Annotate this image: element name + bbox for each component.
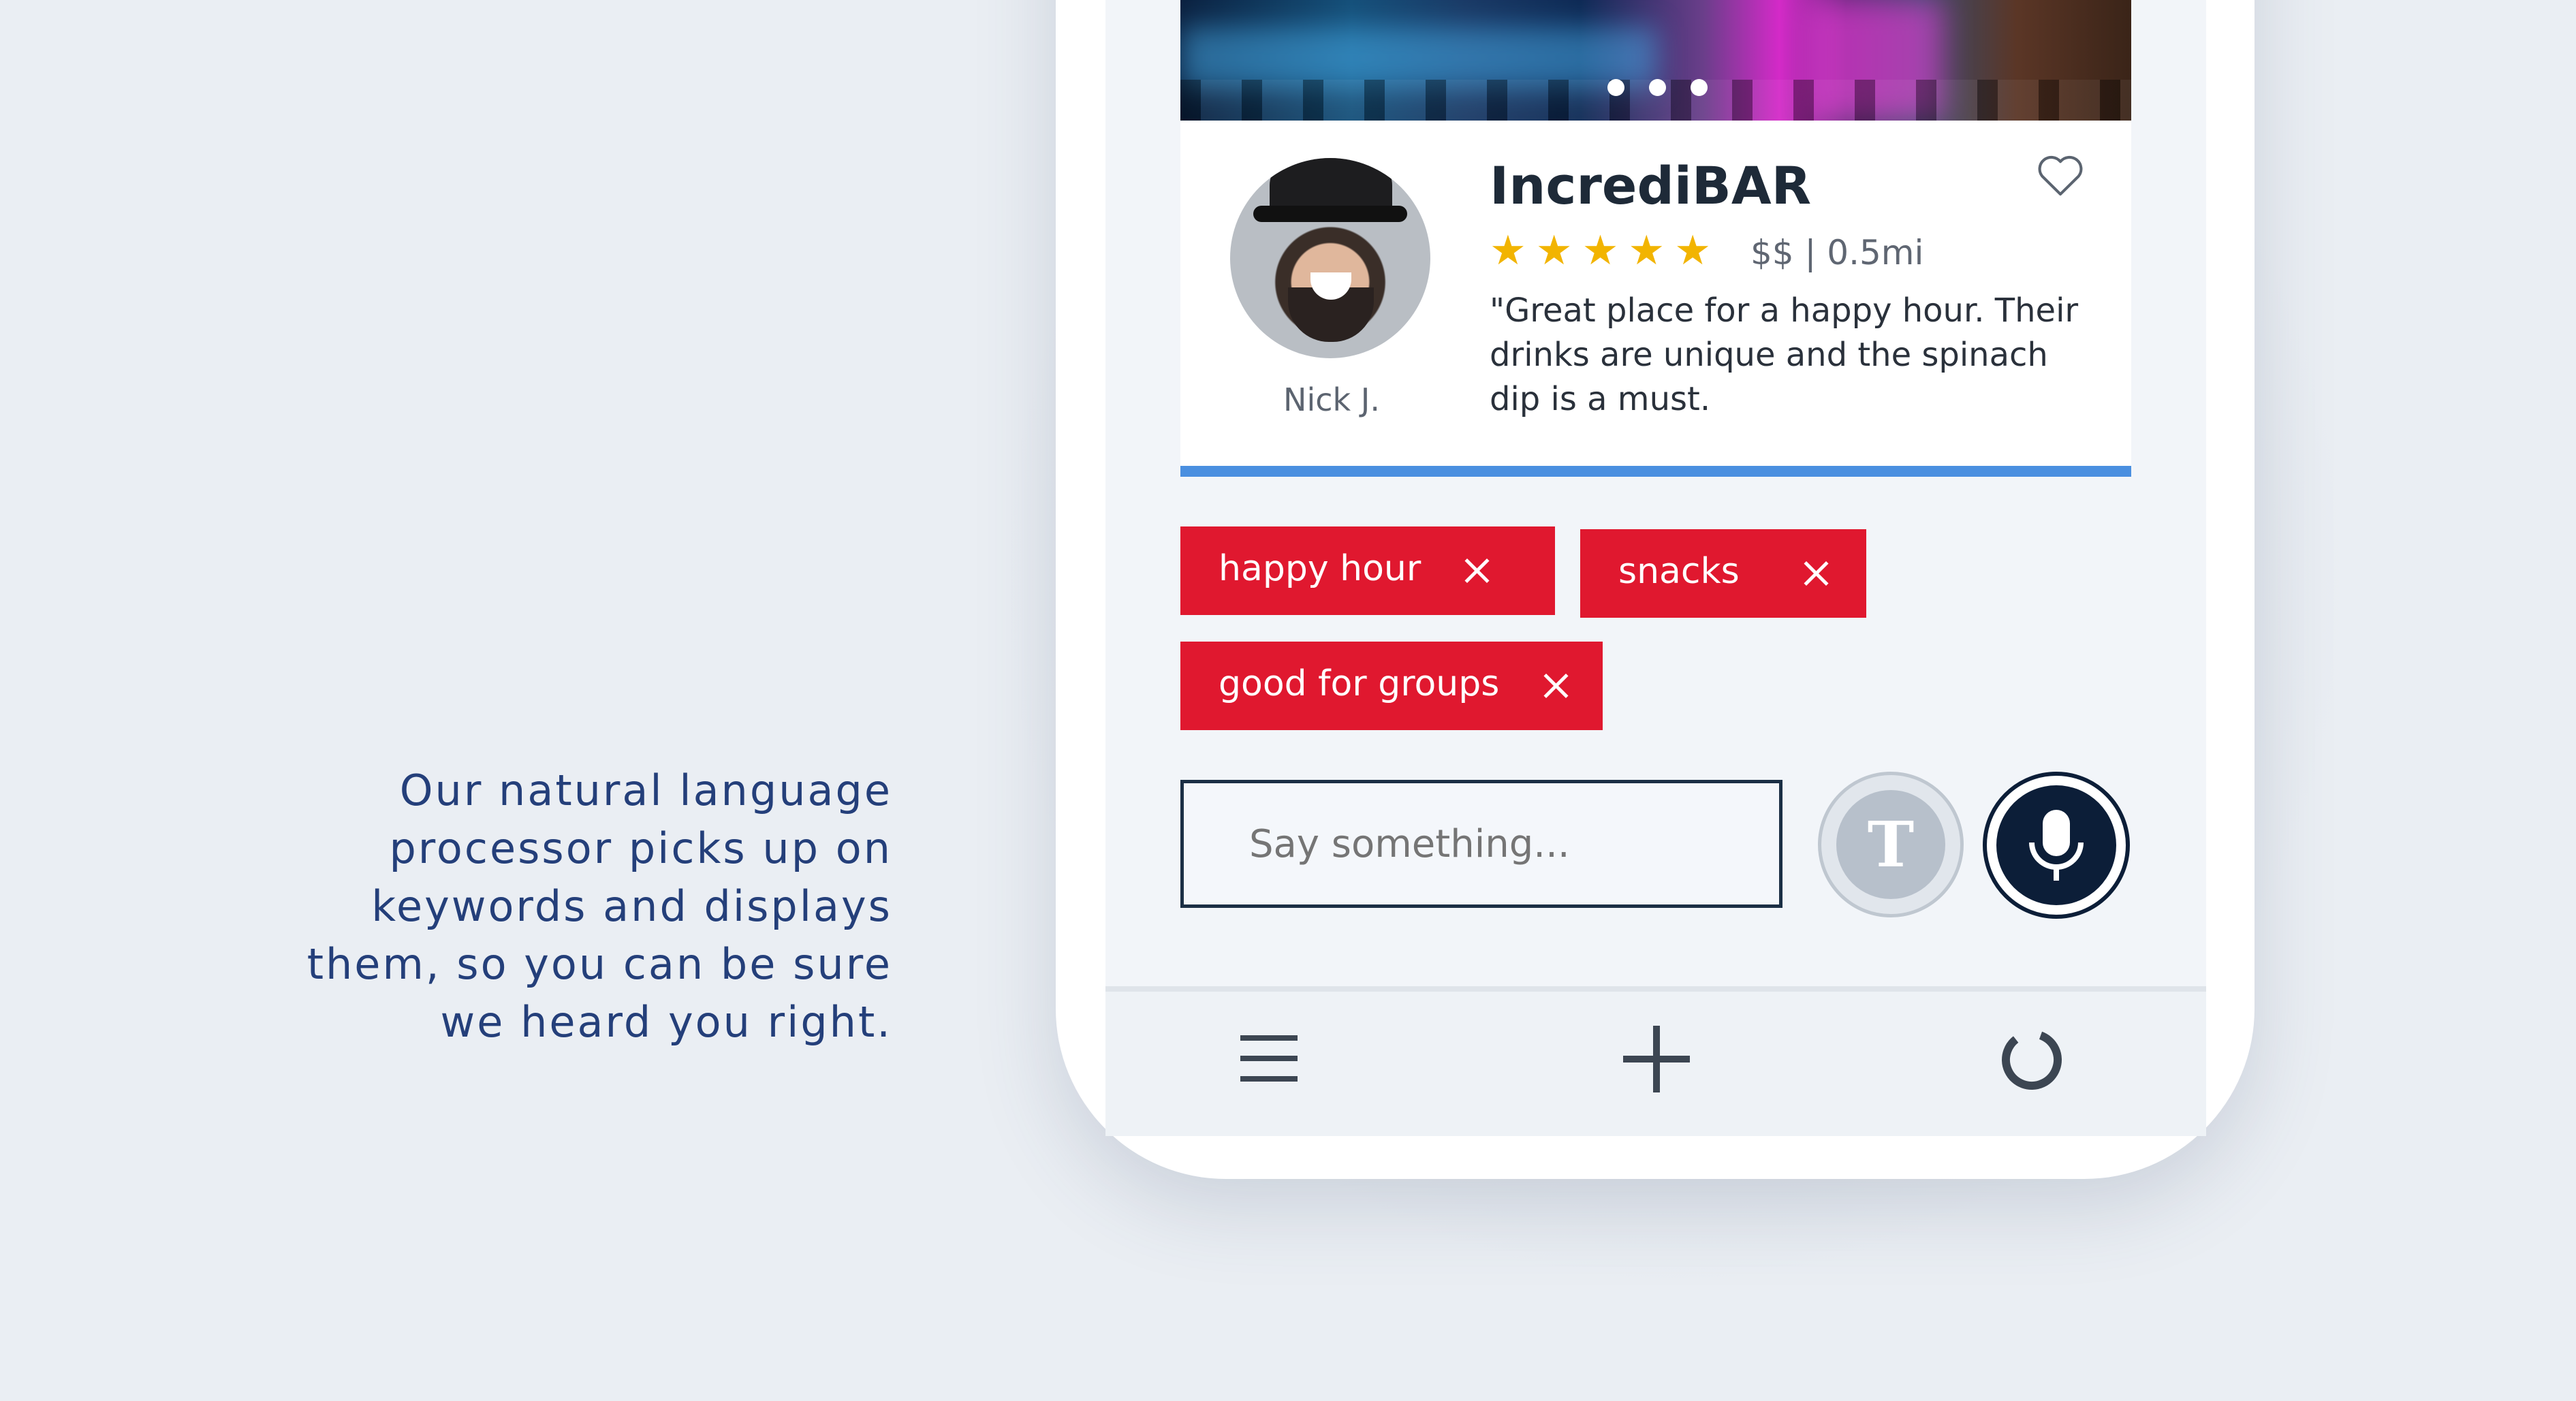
microphone-button[interactable] xyxy=(1983,772,2130,919)
venue-photo-carousel[interactable] xyxy=(1180,0,2131,121)
loading-ring-icon[interactable] xyxy=(1998,1026,2066,1094)
carousel-dots xyxy=(1607,79,1708,96)
stage: Our natural language processor picks up … xyxy=(0,0,2576,1401)
tag-label: happy hour xyxy=(1219,548,1421,589)
microphone-icon xyxy=(2029,810,2084,881)
avatar-hat xyxy=(1270,158,1392,212)
hamburger-menu-icon[interactable] xyxy=(1240,1030,1298,1087)
caption-line: them, so you can be sure xyxy=(307,939,892,989)
carousel-dot[interactable] xyxy=(1649,79,1666,96)
heart-icon[interactable] xyxy=(2035,150,2086,198)
text-mode-button[interactable]: T xyxy=(1818,772,1964,917)
carousel-dot[interactable] xyxy=(1607,79,1624,96)
caption-line: processor picks up on xyxy=(389,823,892,873)
caption-line: Our natural language xyxy=(399,766,892,815)
bottom-nav xyxy=(1105,986,2206,1136)
reviewer-name: Nick J. xyxy=(1283,381,1380,418)
carousel-dot[interactable] xyxy=(1691,79,1708,96)
star-icon: ★ xyxy=(1674,227,1711,274)
keyword-tag: happy hour xyxy=(1180,526,1555,615)
star-icon: ★ xyxy=(1490,227,1526,274)
keyword-tag: good for groups xyxy=(1180,642,1603,730)
caption-line: keywords and displays xyxy=(371,881,892,931)
close-icon[interactable] xyxy=(1802,559,1830,588)
price-distance: $$ | 0.5mi xyxy=(1750,233,1924,272)
venue-name[interactable]: IncrediBAR xyxy=(1490,155,1811,216)
plus-icon[interactable] xyxy=(1623,1026,1690,1092)
close-icon[interactable] xyxy=(1541,672,1570,700)
caption-line: we heard you right. xyxy=(440,997,892,1047)
keyword-tag: snacks xyxy=(1580,529,1866,618)
star-rating: ★ ★ ★ ★ ★ xyxy=(1490,229,1711,272)
tag-label: snacks xyxy=(1618,551,1740,592)
avatar-hat-brim xyxy=(1253,206,1407,222)
tag-label: good for groups xyxy=(1219,663,1500,704)
star-icon: ★ xyxy=(1582,227,1619,274)
say-something-input[interactable] xyxy=(1180,780,1782,908)
feature-caption: Our natural language processor picks up … xyxy=(307,761,892,1051)
avatar[interactable] xyxy=(1230,158,1430,358)
review-quote: "Great place for a happy hour. Their dri… xyxy=(1490,292,2079,418)
star-icon: ★ xyxy=(1535,227,1573,274)
text-mode-label: T xyxy=(1836,790,1945,899)
star-icon: ★ xyxy=(1628,227,1665,274)
close-icon[interactable] xyxy=(1462,556,1491,585)
